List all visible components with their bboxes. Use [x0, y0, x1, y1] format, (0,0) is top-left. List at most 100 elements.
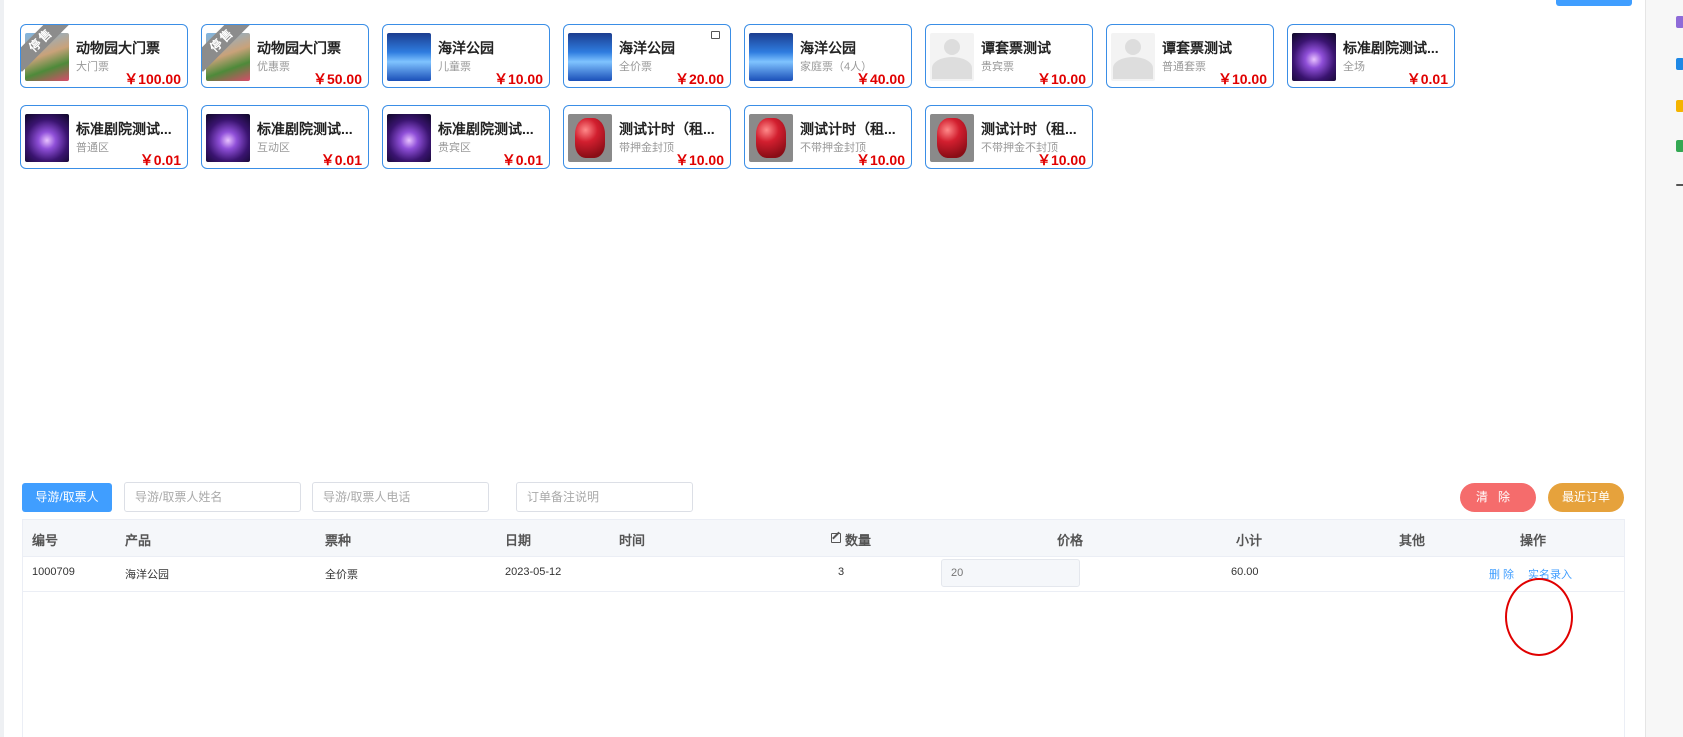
clear-button[interactable]: 清除: [1460, 483, 1536, 512]
cell-ticket-type: 全价票: [325, 569, 358, 581]
app-icon[interactable]: [1676, 58, 1683, 70]
product-price: ￥50.00: [312, 71, 362, 87]
placeholder-image-icon: [930, 33, 974, 81]
placeholder-body: [932, 57, 972, 79]
product-name: 测试计时（租...: [981, 121, 1077, 137]
product-card[interactable]: 停售 动物园大门票 大门票 ￥100.00: [20, 24, 188, 88]
top-action-button[interactable]: [1556, 0, 1632, 6]
product-card[interactable]: 标准剧院测试... 全场 ￥0.01: [1287, 24, 1455, 88]
product-card[interactable]: 测试计时（租... 不带押金不封顶 ￥10.00: [925, 105, 1093, 169]
realname-entry-link[interactable]: 实名录入: [1528, 566, 1572, 582]
placeholder-body: [1113, 57, 1153, 79]
delete-link[interactable]: 删 除: [1489, 566, 1514, 582]
guide-button[interactable]: 导游/取票人: [22, 483, 112, 512]
product-price: ￥0.01: [501, 152, 543, 168]
product-ticket-type: 贵宾票: [981, 61, 1014, 73]
cell-date: 2023-05-12: [505, 566, 562, 578]
recent-orders-button[interactable]: 最近订单: [1548, 483, 1624, 512]
product-name: 标准剧院测试...: [76, 121, 172, 137]
product-name: 海洋公园: [800, 40, 856, 56]
placeholder-head: [944, 39, 960, 55]
product-ticket-type: 优惠票: [257, 61, 290, 73]
product-thumbnail: [387, 33, 431, 81]
product-price: ￥100.00: [124, 71, 181, 87]
product-name: 测试计时（租...: [619, 121, 715, 137]
table-row: 1000709 海洋公园 全价票 2023-05-12 3 60.00 删 除 …: [23, 556, 1624, 592]
product-name: 谭套票测试: [981, 40, 1051, 56]
product-ticket-type: 互动区: [257, 142, 290, 154]
product-price: ￥10.00: [493, 71, 543, 87]
cell-product: 海洋公园: [125, 569, 169, 581]
product-thumbnail: [387, 114, 431, 162]
product-thumbnail: [568, 33, 612, 81]
header-subtotal: 小计: [1236, 533, 1263, 548]
product-card[interactable]: 停售 动物园大门票 优惠票 ￥50.00: [201, 24, 369, 88]
product-panel: 停售 动物园大门票 大门票 ￥100.00 停售 动物园大门票 优惠票 ￥50.…: [4, 0, 1645, 487]
product-price: ￥10.00: [855, 152, 905, 168]
placeholder-image-icon: [1111, 33, 1155, 81]
product-card[interactable]: 谭套票测试 普通套票 ￥10.00: [1106, 24, 1274, 88]
product-name: 测试计时（租...: [800, 121, 896, 137]
product-price: ￥0.01: [1406, 71, 1448, 87]
product-price: ￥20.00: [674, 71, 724, 87]
guide-phone-input[interactable]: [312, 482, 489, 512]
product-ticket-type: 普通区: [76, 142, 109, 154]
product-card[interactable]: 海洋公园 全价票 ￥20.00: [563, 24, 731, 88]
header-id: 编号: [32, 533, 59, 548]
product-price: ￥10.00: [674, 152, 724, 168]
header-product: 产品: [125, 533, 152, 548]
app-icon[interactable]: [1676, 100, 1683, 112]
fruit-image: [575, 118, 605, 158]
product-card[interactable]: 标准剧院测试... 普通区 ￥0.01: [20, 105, 188, 169]
header-quantity: 数量: [845, 533, 872, 548]
header-other: 其他: [1399, 533, 1426, 548]
product-thumbnail: [206, 114, 250, 162]
order-remark-input[interactable]: [516, 482, 693, 512]
product-thumbnail: [930, 114, 974, 162]
product-ticket-type: 贵宾区: [438, 142, 471, 154]
right-sidebar: [1645, 0, 1683, 737]
product-name: 动物园大门票: [257, 40, 341, 56]
divider-icon: [1676, 184, 1683, 186]
header-price: 价格: [1057, 533, 1084, 548]
product-thumbnail: [1292, 33, 1336, 81]
product-name: 动物园大门票: [76, 40, 160, 56]
product-ticket-type: 全场: [1343, 61, 1365, 73]
product-ticket-type: 大门票: [76, 61, 109, 73]
edit-icon[interactable]: [831, 533, 841, 543]
app-icon[interactable]: [1676, 140, 1683, 152]
product-name: 海洋公园: [619, 40, 675, 56]
product-card[interactable]: 海洋公园 儿童票 ￥10.00: [382, 24, 550, 88]
product-ticket-type: 儿童票: [438, 61, 471, 73]
product-ticket-type: 普通套票: [1162, 61, 1206, 73]
order-panel: 导游/取票人 清除 最近订单 编号 产品 票种 日期 时间 数量 价格 小计 其…: [4, 464, 1645, 737]
header-actions: 操作: [1520, 533, 1547, 548]
product-price: ￥10.00: [1036, 71, 1086, 87]
product-thumbnail: [25, 114, 69, 162]
cell-subtotal: 60.00: [1231, 566, 1259, 578]
header-ticket-type: 票种: [325, 533, 352, 548]
product-price: ￥0.01: [139, 152, 181, 168]
app-icon[interactable]: [1676, 16, 1683, 28]
product-thumbnail: [749, 33, 793, 81]
cell-quantity: 3: [838, 566, 845, 578]
product-price: ￥10.00: [1217, 71, 1267, 87]
price-input[interactable]: [941, 559, 1080, 587]
fruit-image: [756, 118, 786, 158]
product-card[interactable]: 谭套票测试 贵宾票 ￥10.00: [925, 24, 1093, 88]
product-card[interactable]: 测试计时（租... 带押金封顶 ￥10.00: [563, 105, 731, 169]
product-name: 标准剧院测试...: [1343, 40, 1439, 56]
product-name: 谭套票测试: [1162, 40, 1232, 56]
product-name: 标准剧院测试...: [438, 121, 534, 137]
product-name: 海洋公园: [438, 40, 494, 56]
product-price: ￥0.01: [320, 152, 362, 168]
table-header: 编号 产品 票种 日期 时间 数量 价格 小计 其他 操作: [23, 520, 1624, 557]
cell-id: 1000709: [32, 566, 75, 578]
product-price: ￥10.00: [1036, 152, 1086, 168]
product-card[interactable]: 测试计时（租... 不带押金封顶 ￥10.00: [744, 105, 912, 169]
product-card[interactable]: 标准剧院测试... 贵宾区 ￥0.01: [382, 105, 550, 169]
order-table: 编号 产品 票种 日期 时间 数量 价格 小计 其他 操作 1000709 海洋…: [22, 519, 1625, 737]
guide-name-input[interactable]: [124, 482, 301, 512]
product-card[interactable]: 海洋公园 家庭票（4人） ￥40.00: [744, 24, 912, 88]
product-card[interactable]: 标准剧院测试... 互动区 ￥0.01: [201, 105, 369, 169]
